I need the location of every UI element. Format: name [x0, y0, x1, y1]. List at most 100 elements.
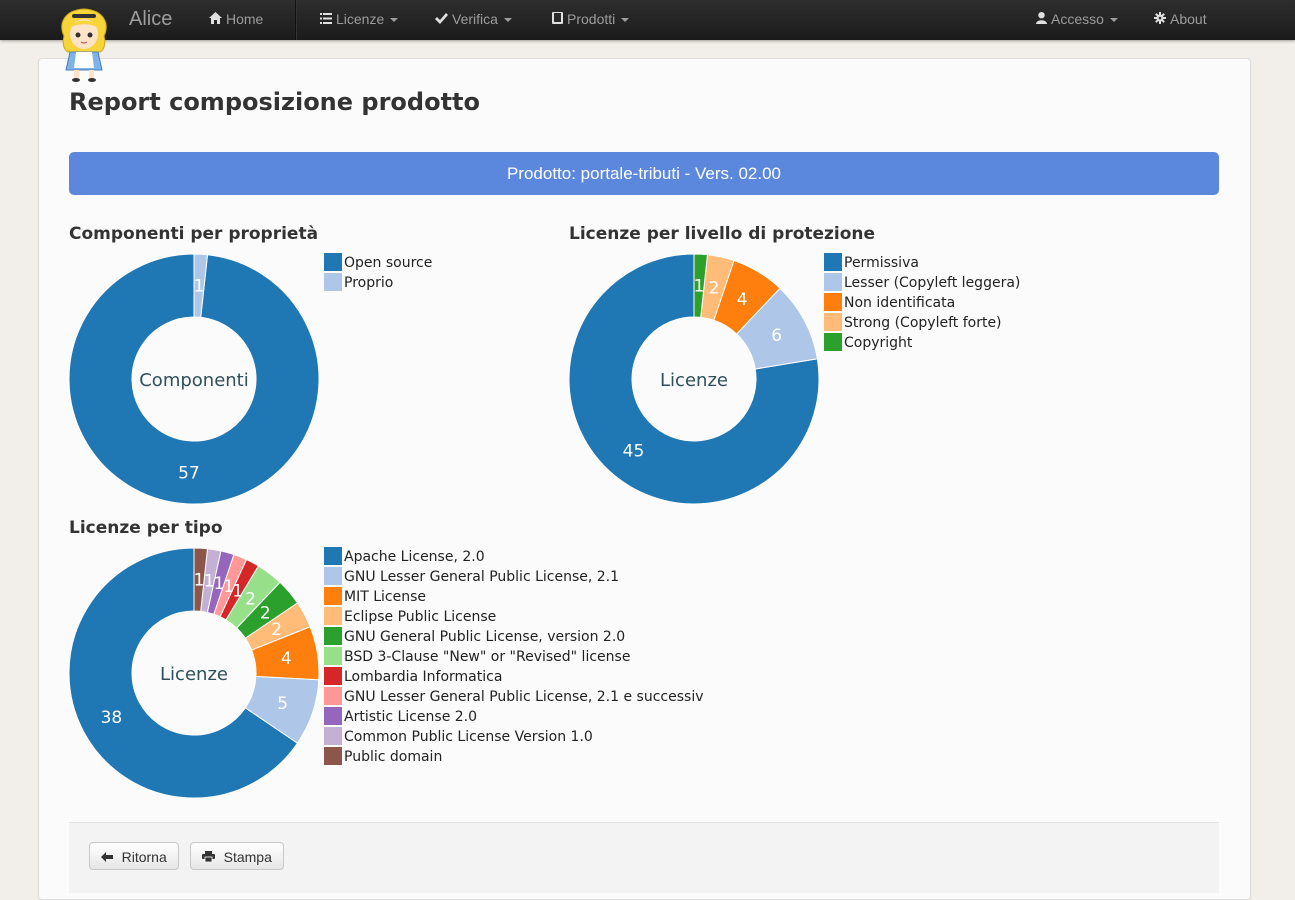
legend-item: GNU Lesser General Public License, 2.1: [324, 566, 704, 587]
print-icon: [202, 850, 219, 865]
check-icon: [435, 1, 448, 39]
gear-icon: [1154, 1, 1166, 39]
legend-label: GNU General Public License, version 2.0: [344, 629, 626, 645]
slice-value-label: 2: [245, 590, 256, 610]
legend-item: Artistic License 2.0: [324, 706, 704, 727]
nav-licenze-label: Licenze: [336, 11, 385, 27]
nav-verifica-label: Verifica: [452, 11, 498, 27]
legend-swatch: [324, 626, 342, 645]
legend-item: Non identificata: [824, 292, 1020, 313]
donut-center-label: Licenze: [160, 664, 228, 685]
nav-about[interactable]: About: [1154, 0, 1207, 40]
legend-item: Lesser (Copyleft leggera): [824, 272, 1021, 293]
home-icon: [209, 1, 222, 39]
legend-label: Common Public License Version 1.0: [344, 729, 593, 745]
back-button-label: Ritorna: [121, 849, 167, 865]
slice-value-label: 2: [709, 279, 720, 299]
legend-item: Proprio: [324, 272, 432, 293]
legend-swatch: [324, 586, 342, 605]
type-donut-chart: 385422211111Licenze: [68, 547, 320, 799]
protection-chart-title: Licenze per livello di protezione: [569, 224, 876, 244]
legend-label: Proprio: [344, 275, 394, 291]
legend-label: GNU Lesser General Public License, 2.1: [344, 569, 620, 585]
print-button-label: Stampa: [223, 849, 272, 865]
legend-swatch: [324, 252, 342, 271]
slice-value-label: 5: [277, 694, 288, 714]
nav-about-label: About: [1170, 11, 1207, 27]
legend-label: Strong (Copyleft forte): [844, 315, 1002, 331]
legend-swatch: [324, 706, 342, 725]
legend-item: BSD 3-Clause "New" or "Revised" license: [324, 646, 704, 667]
nav-home-label: Home: [226, 11, 264, 27]
alice-logo-icon[interactable]: [56, 6, 112, 82]
legend-swatch: [324, 606, 342, 625]
legend-item: Permissiva: [824, 252, 1020, 273]
user-icon: [1036, 1, 1047, 39]
slice-value-label: 1: [694, 277, 705, 297]
nav-verifica-dropdown[interactable]: Verifica: [435, 0, 512, 40]
legend-swatch: [824, 252, 842, 271]
chevron-down-icon: [503, 18, 512, 23]
nav-accesso-dropdown[interactable]: Accesso: [1036, 0, 1118, 40]
legend-swatch: [824, 292, 842, 311]
legend-item: GNU Lesser General Public License, 2.1 e…: [324, 686, 704, 707]
legend-label: Apache License, 2.0: [344, 549, 485, 565]
legend-swatch: [324, 726, 342, 745]
legend-item: Common Public License Version 1.0: [324, 726, 704, 747]
nav-accesso-label: Accesso: [1051, 11, 1104, 27]
legend-item: Public domain: [324, 746, 704, 767]
chevron-down-icon: [1109, 18, 1118, 23]
legend-label: Public domain: [344, 749, 443, 765]
legend-swatch: [324, 666, 342, 685]
back-button[interactable]: Ritorna: [89, 842, 179, 870]
slice-value-label: 38: [101, 708, 123, 728]
legend-item: GNU General Public License, version 2.0: [324, 626, 704, 647]
legend-item: Apache License, 2.0: [324, 546, 704, 567]
legend-label: Lesser (Copyleft leggera): [844, 275, 1021, 291]
legend-swatch: [824, 312, 842, 331]
legend-label: Permissiva: [844, 255, 919, 271]
legend-label: Artistic License 2.0: [344, 709, 478, 725]
legend-label: Open source: [344, 255, 433, 271]
legend-label: Non identificata: [844, 295, 956, 311]
slice-value-label: 1: [204, 572, 215, 592]
nav-home[interactable]: Home: [209, 0, 263, 40]
ownership-legend: Open source Proprio: [324, 252, 433, 293]
ownership-donut-chart: 57 1 Componenti: [68, 253, 320, 505]
arrow-left-icon: [101, 850, 117, 865]
ownership-chart-title: Componenti per proprietà: [69, 224, 319, 244]
slice-value-label: 57: [178, 463, 200, 483]
slice-value-label: 1: [194, 571, 205, 591]
print-button[interactable]: Stampa: [190, 842, 284, 870]
legend-swatch: [324, 566, 342, 585]
legend-swatch: [324, 272, 342, 291]
protection-donut-chart: 45 6 421 Licenze: [568, 253, 820, 505]
legend-swatch: [324, 746, 342, 765]
legend-swatch: [324, 646, 342, 665]
nav-prodotti-label: Prodotti: [567, 11, 616, 27]
legend-label: MIT License: [344, 589, 426, 605]
legend-item: MIT License: [324, 586, 704, 607]
type-chart-title: Licenze per tipo: [69, 518, 223, 538]
brand-name[interactable]: Alice: [129, 8, 172, 31]
chevron-down-icon: [621, 18, 630, 23]
legend-swatch: [324, 546, 342, 565]
legend-item: Open source: [324, 252, 433, 273]
legend-label: GNU Lesser General Public License, 2.1 e…: [344, 689, 704, 705]
product-banner: Prodotto: portale-tributi - Vers. 02.00: [69, 152, 1219, 195]
nav-prodotti-dropdown[interactable]: Prodotti: [552, 0, 630, 40]
donut-center-label: Componenti: [139, 370, 249, 391]
legend-label: Eclipse Public License: [344, 609, 497, 625]
nav-licenze-dropdown[interactable]: Licenze: [320, 0, 399, 40]
top-navbar: Alice Home Licenze Verifica Prodotti Acc…: [0, 0, 1295, 40]
legend-swatch: [324, 686, 342, 705]
legend-label: Lombardia Informatica: [344, 669, 503, 685]
type-legend: Apache License, 2.0 GNU Lesser General Pu…: [324, 546, 704, 767]
nav-divider: [295, 0, 297, 40]
slice-value-label: 1: [194, 277, 205, 297]
slice-value-label: 6: [771, 326, 782, 346]
legend-label: Copyright: [844, 335, 913, 351]
legend-label: BSD 3-Clause "New" or "Revised" license: [344, 649, 631, 665]
slice-value-label: 4: [281, 649, 292, 669]
chevron-down-icon: [390, 18, 399, 23]
